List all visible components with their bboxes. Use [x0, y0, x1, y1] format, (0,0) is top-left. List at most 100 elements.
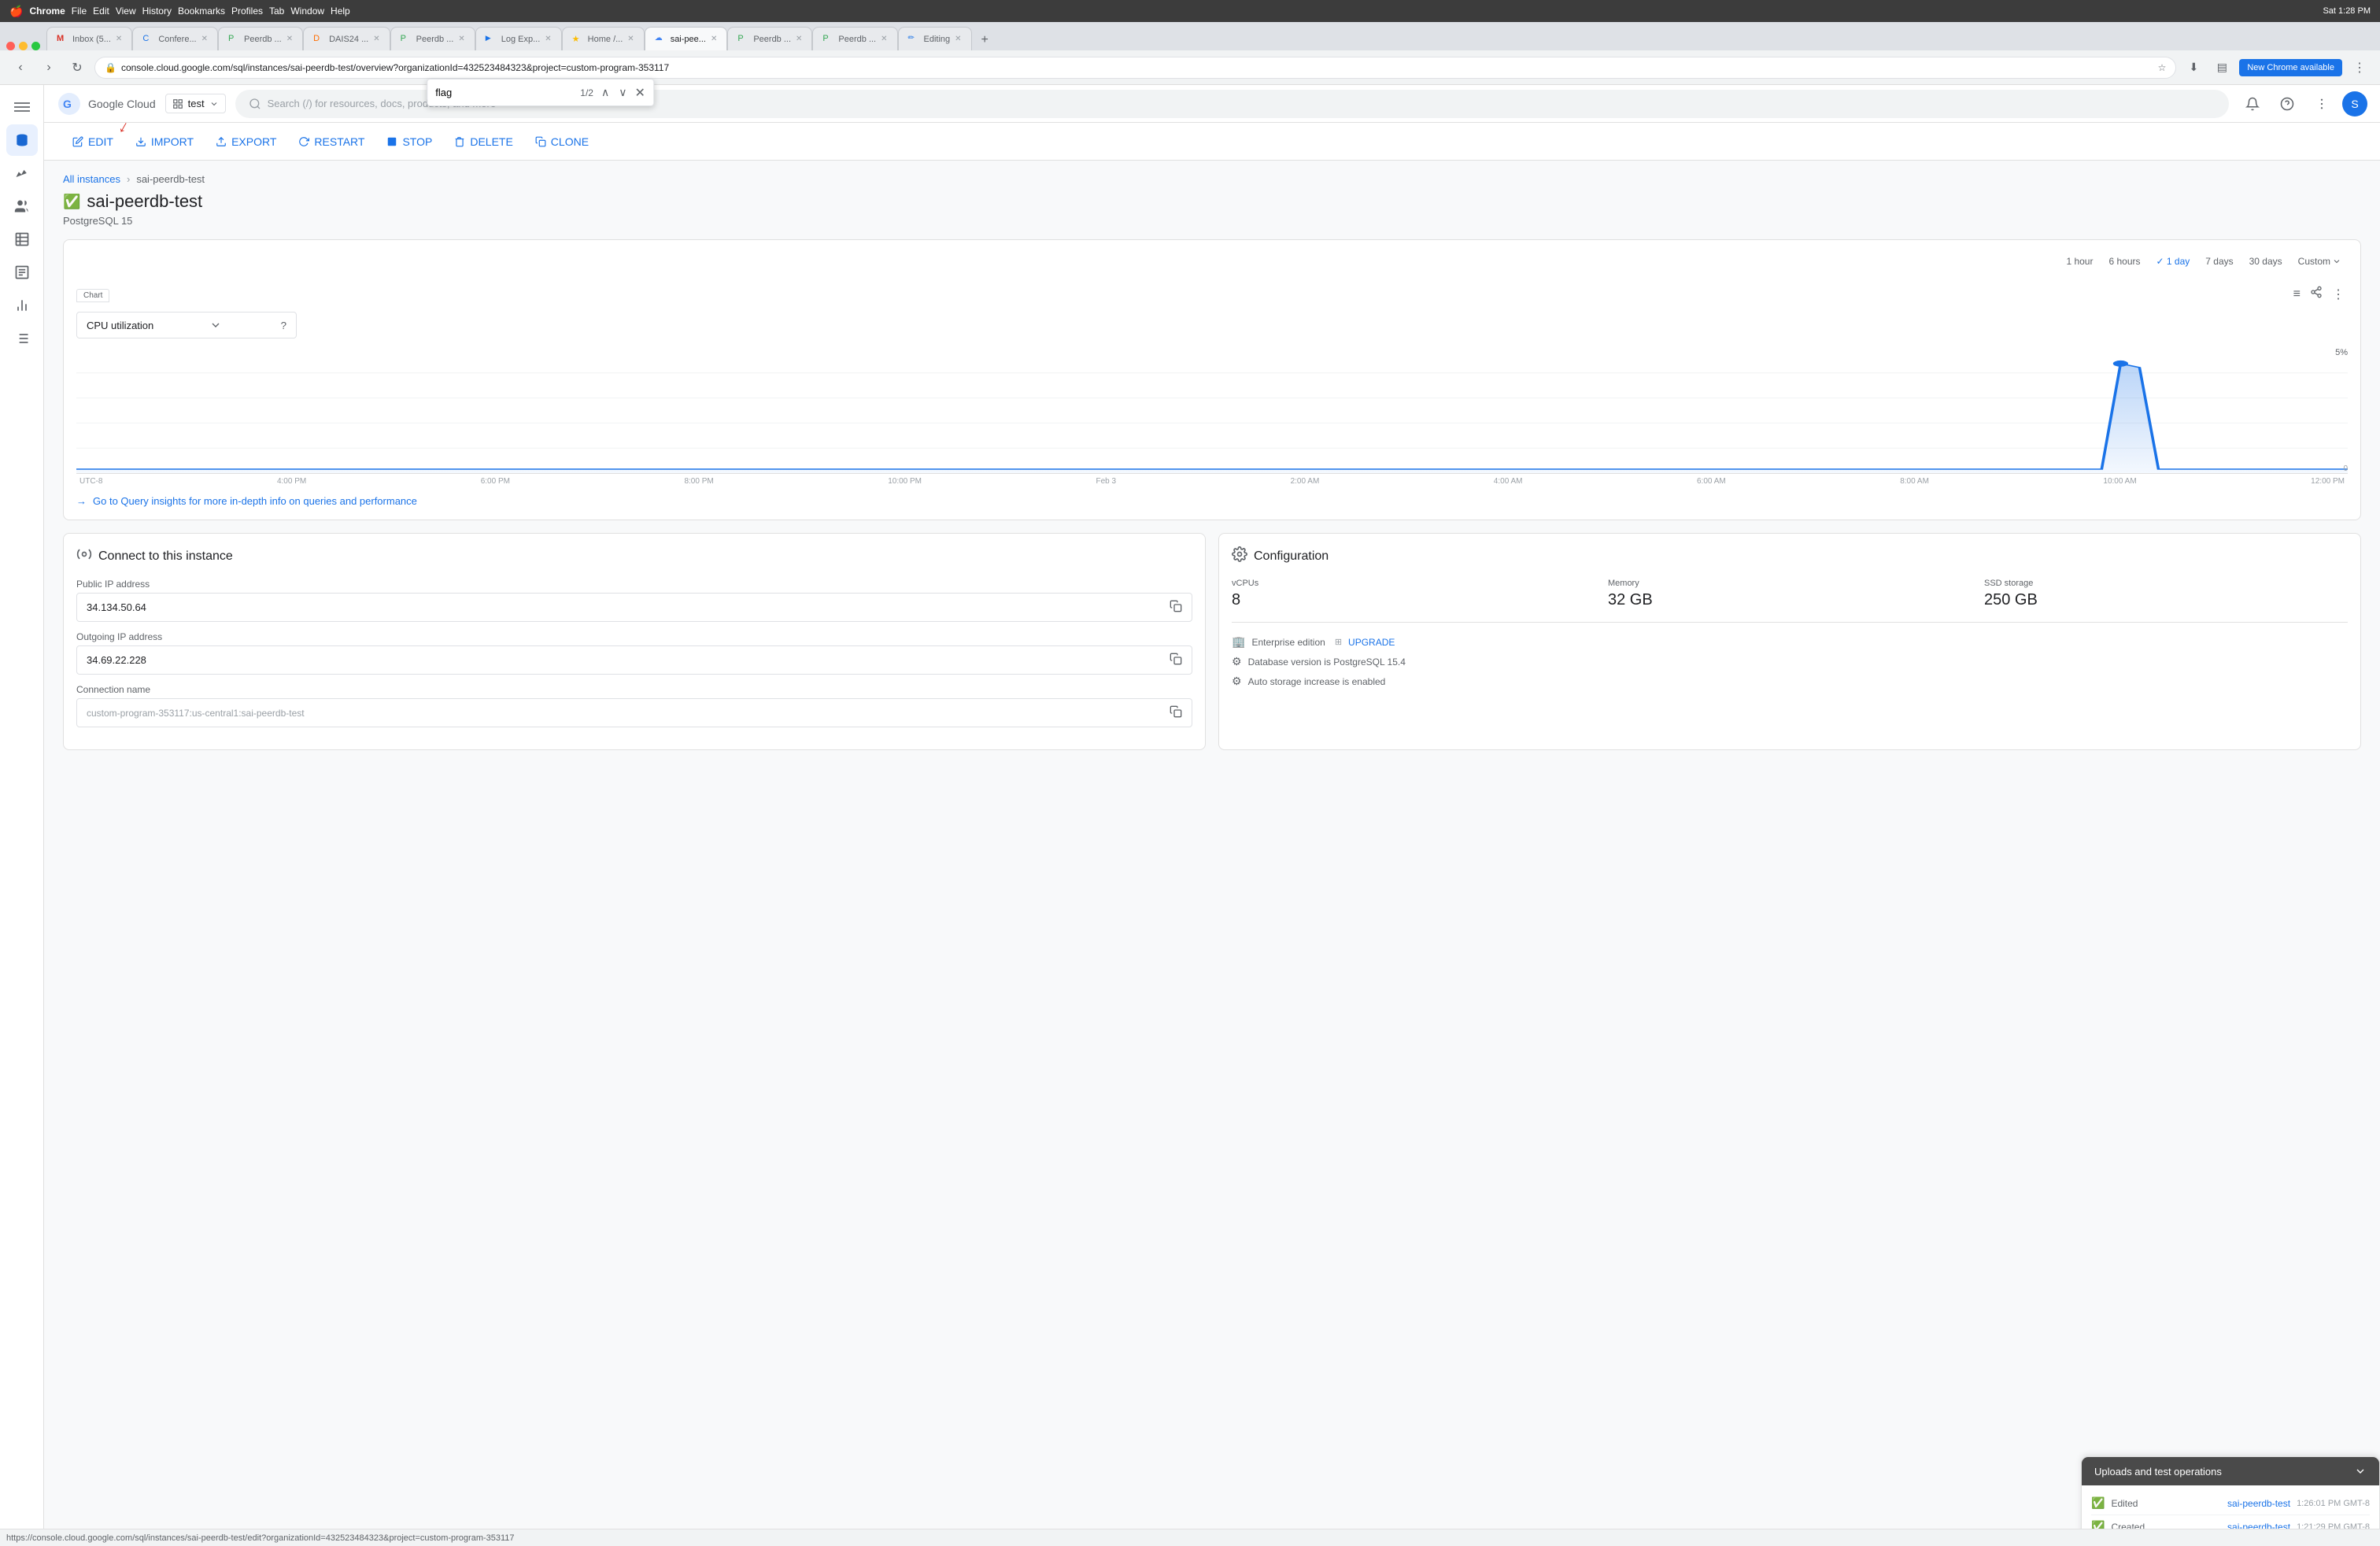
- vcpus-item: vCPUs 8: [1232, 579, 1595, 609]
- import-button[interactable]: IMPORT: [126, 129, 203, 154]
- menu-profiles[interactable]: Profiles: [231, 6, 263, 17]
- tab-saipee[interactable]: ☁ sai-pee... ✕: [645, 27, 728, 50]
- menu-bookmarks[interactable]: Bookmarks: [178, 6, 225, 17]
- tab-peerdb4[interactable]: P Peerdb ... ✕: [812, 27, 897, 50]
- tab-saipee-close[interactable]: ✕: [711, 35, 717, 43]
- minimize-window[interactable]: [19, 42, 28, 50]
- menu-help[interactable]: Help: [331, 6, 350, 17]
- tab-gmail-close[interactable]: ✕: [116, 35, 122, 43]
- menu-view[interactable]: View: [116, 6, 136, 17]
- tab-editing-close[interactable]: ✕: [955, 35, 961, 43]
- tab-peerdb3[interactable]: P Peerdb ... ✕: [727, 27, 812, 50]
- new-tab-button[interactable]: +: [975, 30, 995, 50]
- tab-peerdb2-close[interactable]: ✕: [458, 35, 464, 43]
- tab-peerdb3-close[interactable]: ✕: [796, 35, 802, 43]
- sidebar-toggle-icon[interactable]: ▤: [2211, 57, 2233, 79]
- download-icon[interactable]: ⬇: [2182, 57, 2204, 79]
- search-prev-btn[interactable]: ∧: [600, 84, 611, 101]
- reload-button[interactable]: ↻: [66, 57, 88, 79]
- tab-conf-close[interactable]: ✕: [201, 35, 208, 43]
- close-window[interactable]: [6, 42, 15, 50]
- restart-button[interactable]: RESTART: [289, 129, 374, 154]
- sidebar-nav-settings[interactable]: [6, 323, 38, 354]
- public-ip-copy-btn[interactable]: [1170, 600, 1182, 615]
- tab-peerdb1[interactable]: P Peerdb ... ✕: [218, 27, 303, 50]
- chart-share-icon[interactable]: [2307, 283, 2326, 305]
- chart-type-selector[interactable]: CPU utilization ?: [76, 312, 297, 338]
- tab-dais[interactable]: D DAIS24 ... ✕: [303, 27, 390, 50]
- more-icon[interactable]: [2308, 90, 2336, 118]
- time-range-6hours[interactable]: 6 hours: [2102, 253, 2146, 270]
- edit-button[interactable]: EDIT: [63, 129, 123, 154]
- restart-icon: [298, 136, 309, 147]
- menu-history[interactable]: History: [142, 6, 172, 17]
- time-range-custom[interactable]: Custom: [2292, 253, 2348, 270]
- uploads-header[interactable]: Uploads and test operations: [2082, 1457, 2379, 1485]
- new-chrome-button[interactable]: New Chrome available: [2239, 59, 2342, 76]
- sidebar-nav-chart[interactable]: [6, 290, 38, 321]
- menu-window[interactable]: Window: [290, 6, 324, 17]
- tab-peerdb2[interactable]: P Peerdb ... ✕: [390, 27, 475, 50]
- connection-name-copy-btn[interactable]: [1170, 705, 1182, 720]
- menu-file[interactable]: File: [72, 6, 87, 17]
- tab-logexp[interactable]: ▶ Log Exp... ✕: [475, 27, 562, 50]
- sidebar-nav-logs[interactable]: [6, 257, 38, 288]
- query-insights-link[interactable]: → Go to Query insights for more in-depth…: [76, 495, 2348, 507]
- upgrade-link[interactable]: UPGRADE: [1348, 637, 1395, 648]
- notifications-icon[interactable]: [2238, 90, 2267, 118]
- time-range-7days[interactable]: 7 days: [2199, 253, 2239, 270]
- sidebar-nav-monitoring[interactable]: [6, 157, 38, 189]
- search-input[interactable]: [435, 87, 574, 98]
- sidebar-nav-database[interactable]: [6, 124, 38, 156]
- chart-lines-icon[interactable]: ≡: [2290, 283, 2304, 305]
- upload-link-0[interactable]: sai-peerdb-test: [2227, 1498, 2290, 1509]
- help-icon[interactable]: [2273, 90, 2301, 118]
- chevron-down-icon: [209, 99, 219, 109]
- user-avatar[interactable]: S: [2342, 91, 2367, 117]
- enterprise-icon: 🏢: [1232, 635, 1245, 649]
- back-button[interactable]: ‹: [9, 57, 31, 79]
- breadcrumb-all-instances[interactable]: All instances: [63, 173, 120, 185]
- uploads-collapse-icon[interactable]: [2354, 1465, 2367, 1478]
- sidebar-nav-tables[interactable]: [6, 224, 38, 255]
- project-selector[interactable]: test: [165, 94, 226, 113]
- chart-area: 5%: [76, 348, 2348, 474]
- tab-editing[interactable]: ✏ Editing ✕: [898, 27, 972, 50]
- url-text: console.cloud.google.com/sql/instances/s…: [121, 62, 2153, 73]
- public-ip-group: Public IP address 34.134.50.64: [76, 579, 1192, 622]
- search-close-btn[interactable]: ✕: [634, 85, 645, 101]
- outgoing-ip-copy-btn[interactable]: [1170, 653, 1182, 668]
- tab-logexp-close[interactable]: ✕: [545, 35, 551, 43]
- tab-saipee-label: sai-pee...: [671, 35, 706, 44]
- stop-button[interactable]: STOP: [377, 129, 442, 154]
- google-cloud-text: Google Cloud: [88, 98, 156, 110]
- more-options-icon[interactable]: ⋮: [2349, 57, 2371, 79]
- address-bar[interactable]: 🔒 console.cloud.google.com/sql/instances…: [94, 57, 2176, 79]
- apple-menu[interactable]: 🍎: [9, 5, 23, 18]
- menu-edit[interactable]: Edit: [93, 6, 109, 17]
- tab-peerdb1-close[interactable]: ✕: [286, 35, 293, 43]
- tab-dais-close[interactable]: ✕: [373, 35, 379, 43]
- tab-home-close[interactable]: ✕: [627, 35, 634, 43]
- time-range-30days[interactable]: 30 days: [2243, 253, 2289, 270]
- sidebar-nav-users[interactable]: [6, 190, 38, 222]
- export-button[interactable]: EXPORT: [206, 129, 286, 154]
- sidebar-nav-menu[interactable]: [6, 91, 38, 123]
- menu-tab[interactable]: Tab: [269, 6, 284, 17]
- chart-more-icon[interactable]: ⋮: [2329, 283, 2348, 305]
- delete-button[interactable]: DELETE: [445, 129, 522, 154]
- chart-help-icon[interactable]: ?: [281, 320, 286, 331]
- clone-button[interactable]: CLONE: [526, 129, 598, 154]
- time-range-1hour[interactable]: 1 hour: [2060, 253, 2099, 270]
- maximize-window[interactable]: [31, 42, 40, 50]
- tab-gmail[interactable]: M Inbox (5... ✕: [46, 27, 132, 50]
- forward-button[interactable]: ›: [38, 57, 60, 79]
- bookmark-star-icon[interactable]: ☆: [2158, 62, 2167, 73]
- time-range-1day[interactable]: 1 day: [2150, 253, 2197, 270]
- tab-home[interactable]: ★ Home /... ✕: [562, 27, 645, 50]
- search-next-btn[interactable]: ∨: [617, 84, 628, 101]
- tab-peerdb4-close[interactable]: ✕: [881, 35, 887, 43]
- tab-editing-favicon: ✏: [908, 34, 919, 45]
- x-label-8am: 8:00 AM: [1900, 477, 1929, 486]
- tab-conf[interactable]: C Confere... ✕: [132, 27, 218, 50]
